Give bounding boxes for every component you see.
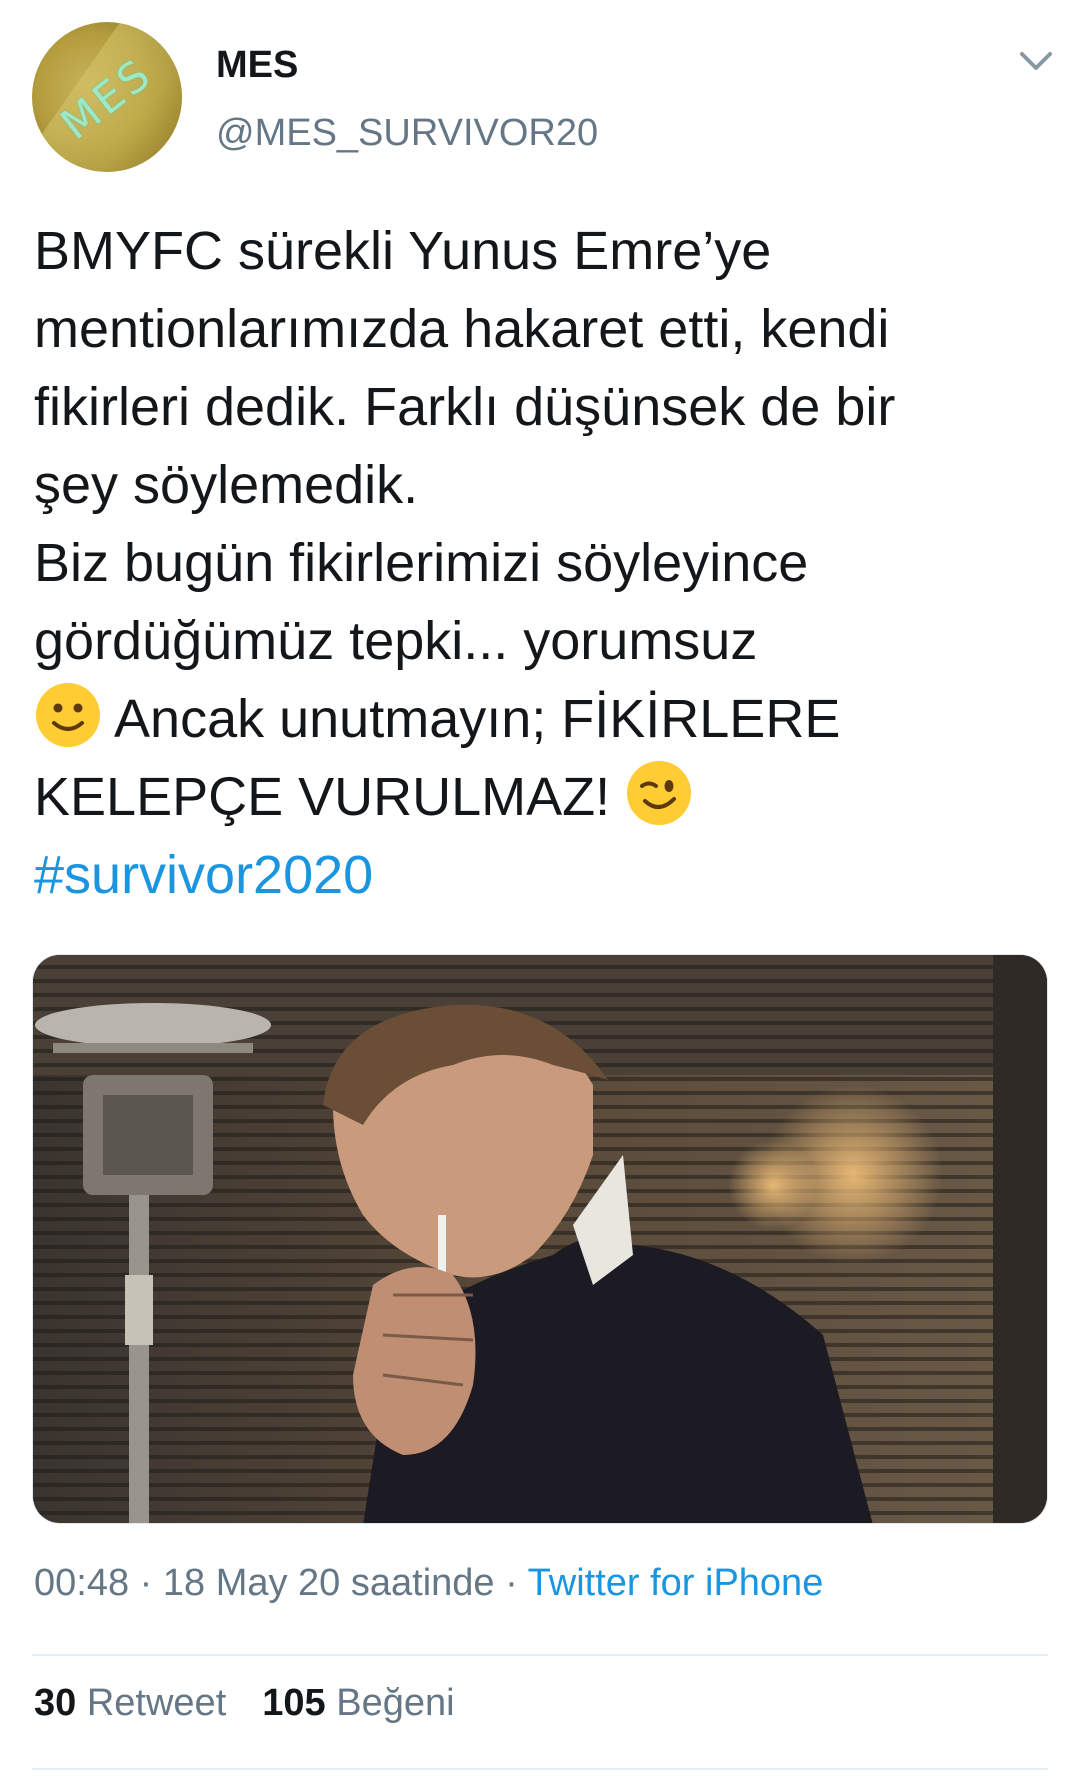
tweet-line-text: KELEPÇE VURULMAZ! [34, 767, 626, 827]
tweet-stats: 30 Retweet 105 Beğeni [34, 1682, 455, 1725]
slightly-smiling-face-emoji-icon [36, 683, 100, 747]
like-label: Beğeni [336, 1682, 455, 1724]
tweet-time: 00:48 [34, 1562, 130, 1604]
winking-face-emoji-icon [627, 761, 692, 825]
chevron-down-icon[interactable] [1018, 48, 1054, 76]
meta-separator: · [494, 1562, 528, 1604]
avatar[interactable]: MES [32, 22, 182, 172]
like-count: 105 [262, 1682, 326, 1724]
divider [32, 1654, 1048, 1656]
tweet-line: gördüğümüz tepki... yorumsuz [34, 611, 758, 671]
tweet-date: 18 May 20 saatinde [162, 1562, 495, 1604]
retweet-label: Retweet [86, 1682, 227, 1724]
hashtag-link[interactable]: #survivor2020 [34, 845, 373, 905]
retweet-count: 30 [34, 1682, 77, 1724]
photo-image [33, 955, 1047, 1523]
tweet-header: MES MES @MES_SURVIVOR20 [0, 0, 1080, 190]
like-stat[interactable]: 105 Beğeni [262, 1682, 454, 1724]
tweet-photo[interactable] [32, 954, 1048, 1524]
tweet-line: şey söylemedik. [34, 455, 419, 515]
tweet-meta: 00:48 · 18 May 20 saatinde · Twitter for… [34, 1562, 823, 1605]
tweet-line: mentionlarımızda hakaret etti, kendi [34, 299, 890, 359]
user-handle[interactable]: @MES_SURVIVOR20 [216, 112, 598, 155]
tweet-line: KELEPÇE VURULMAZ! [34, 758, 1054, 836]
tweet-line: fikirleri dedik. Farklı düşünsek de bir [34, 377, 896, 437]
display-name[interactable]: MES [216, 44, 298, 87]
tweet-text: BMYFC sürekli Yunus Emre’ye mentionlarımı… [34, 212, 1054, 914]
tweet-line: Biz bugün fikirlerimizi söyleyince [34, 533, 809, 593]
tweet-line: Ancak unutmayın; FİKİRLERE [34, 680, 1054, 758]
tweet-line-text: Ancak unutmayın; FİKİRLERE [102, 689, 841, 749]
divider [32, 1768, 1048, 1770]
tweet-source-link[interactable]: Twitter for iPhone [528, 1562, 824, 1604]
retweet-stat[interactable]: 30 Retweet [34, 1682, 226, 1724]
tweet-line: #survivor2020 [34, 836, 1054, 914]
tweet-line: BMYFC sürekli Yunus Emre’ye [34, 221, 772, 281]
meta-separator: · [129, 1562, 163, 1604]
